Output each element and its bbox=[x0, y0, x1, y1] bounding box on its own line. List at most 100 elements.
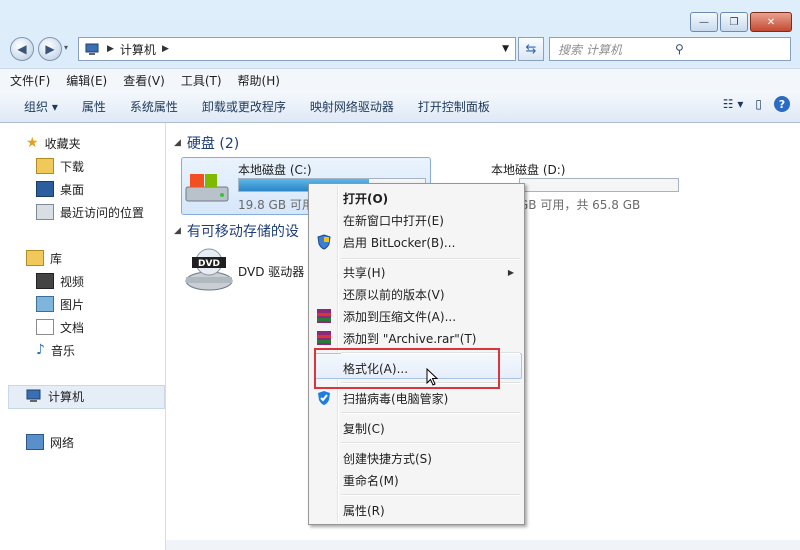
menu-create-shortcut[interactable]: 创建快捷方式(S) bbox=[343, 448, 432, 468]
menu-help[interactable]: 帮助(H) bbox=[228, 72, 286, 89]
menu-separator bbox=[341, 442, 520, 444]
maximize-button[interactable]: ❐ bbox=[720, 12, 748, 32]
nav-computer-label: 计算机 bbox=[48, 389, 85, 404]
dvd-drive[interactable]: DVD bbox=[184, 247, 234, 296]
breadcrumb-separator-icon: ▶ bbox=[107, 44, 114, 54]
refresh-button[interactable]: ⇆ bbox=[518, 37, 544, 61]
address-bar[interactable]: ▶ 计算机 ▶ ▼ bbox=[78, 37, 516, 61]
map-network-drive-button[interactable]: 映射网络驱动器 bbox=[298, 98, 406, 115]
recent-places-icon bbox=[36, 204, 54, 220]
nav-recent-places-label: 最近访问的位置 bbox=[60, 205, 145, 220]
search-icon[interactable]: ⚲ bbox=[675, 42, 784, 56]
menu-scan-virus[interactable]: 扫描病毒(电脑管家) bbox=[343, 388, 448, 408]
menu-share[interactable]: 共享(H) bbox=[343, 262, 513, 282]
menu-file[interactable]: 文件(F) bbox=[0, 72, 56, 89]
recent-pages-dropdown-icon[interactable]: ▾ bbox=[64, 43, 68, 52]
nav-videos[interactable]: 视频 bbox=[36, 271, 84, 291]
preview-pane-icon[interactable]: ▯ bbox=[755, 97, 762, 111]
forward-button[interactable]: ▶ bbox=[38, 37, 62, 61]
minimize-button[interactable]: — bbox=[690, 12, 718, 32]
uninstall-program-button[interactable]: 卸载或更改程序 bbox=[190, 98, 298, 115]
nav-network[interactable]: 网络 bbox=[26, 432, 74, 452]
menu-add-to-archive[interactable]: 添加到压缩文件(A)... bbox=[343, 306, 456, 326]
nav-favorites-label: 收藏夹 bbox=[44, 136, 81, 151]
drive-d-info: GB 可用，共 65.8 GB bbox=[519, 198, 641, 212]
winrar-icon bbox=[317, 309, 331, 323]
menu-properties[interactable]: 属性(R) bbox=[343, 500, 385, 520]
status-strip bbox=[166, 540, 800, 550]
nav-pictures[interactable]: 图片 bbox=[36, 294, 84, 314]
refresh-icon: ⇆ bbox=[525, 41, 537, 57]
star-icon: ★ bbox=[26, 135, 39, 151]
highlight-annotation-box bbox=[314, 348, 500, 389]
organize-button[interactable]: 组织 ▾ bbox=[0, 98, 70, 115]
nav-documents-label: 文档 bbox=[60, 320, 85, 335]
navigation-pane: ★ 收藏夹 下载 桌面 最近访问的位置 库 视频 图片 文档 ♪ 音乐 计算机 … bbox=[0, 123, 166, 550]
menu-tools[interactable]: 工具(T) bbox=[171, 72, 228, 89]
change-view-icon[interactable]: ☷ ▾ bbox=[723, 97, 744, 111]
menu-open[interactable]: 打开(O) bbox=[343, 188, 388, 208]
nav-network-label: 网络 bbox=[50, 435, 75, 450]
dvd-drive-icon: DVD bbox=[185, 248, 233, 291]
drive-c-info: 19.8 GB 可用 bbox=[238, 198, 314, 212]
menu-rename[interactable]: 重命名(M) bbox=[343, 470, 399, 490]
video-icon bbox=[36, 273, 54, 289]
nav-downloads[interactable]: 下载 bbox=[36, 156, 84, 176]
group-hard-disks[interactable]: ◢ 硬盘 (2) bbox=[174, 133, 239, 153]
menu-share-label: 共享(H) bbox=[343, 265, 386, 280]
menu-restore-versions[interactable]: 还原以前的版本(V) bbox=[343, 284, 445, 304]
back-button[interactable]: ◀ bbox=[10, 37, 34, 61]
menu-bar: 文件(F) 编辑(E) 查看(V) 工具(T) 帮助(H) bbox=[0, 68, 800, 91]
document-icon bbox=[36, 319, 54, 335]
caption-buttons: — ❐ ✕ bbox=[690, 12, 792, 32]
breadcrumb-separator-icon[interactable]: ▶ bbox=[162, 44, 169, 54]
nav-computer[interactable]: 计算机 bbox=[26, 386, 84, 406]
address-dropdown-icon[interactable]: ▼ bbox=[502, 44, 509, 54]
menu-copy[interactable]: 复制(C) bbox=[343, 418, 385, 438]
picture-icon bbox=[36, 296, 54, 312]
network-icon bbox=[26, 434, 44, 450]
download-folder-icon bbox=[36, 158, 54, 174]
hard-drive-icon bbox=[185, 174, 229, 202]
drive-c-name: 本地磁盘 (C:) bbox=[238, 163, 312, 177]
system-properties-button[interactable]: 系统属性 bbox=[118, 98, 190, 115]
dvd-drive-name: DVD 驱动器 bbox=[238, 265, 305, 279]
drive-c[interactable] bbox=[184, 171, 232, 210]
mouse-cursor-icon bbox=[426, 368, 438, 386]
group-hard-disks-label: 硬盘 (2) bbox=[186, 136, 240, 152]
menu-bitlocker[interactable]: 启用 BitLocker(B)... bbox=[343, 232, 455, 252]
menu-separator bbox=[341, 258, 520, 260]
library-icon bbox=[26, 250, 44, 266]
open-control-panel-button[interactable]: 打开控制面板 bbox=[406, 98, 502, 115]
menu-separator bbox=[341, 412, 520, 414]
menu-open-new-window[interactable]: 在新窗口中打开(E) bbox=[343, 210, 444, 230]
antivirus-shield-icon bbox=[318, 391, 330, 405]
search-input[interactable]: 搜索 计算机 ⚲ bbox=[549, 37, 791, 61]
nav-desktop[interactable]: 桌面 bbox=[36, 179, 84, 199]
properties-button[interactable]: 属性 bbox=[70, 98, 118, 115]
drive-d-usage-bar bbox=[519, 178, 679, 192]
shield-icon bbox=[317, 234, 331, 250]
search-placeholder: 搜索 计算机 bbox=[558, 42, 622, 57]
collapse-triangle-icon: ◢ bbox=[174, 138, 181, 148]
collapse-triangle-icon: ◢ bbox=[174, 226, 181, 236]
menu-add-to-archive-rar[interactable]: 添加到 "Archive.rar"(T) bbox=[343, 328, 476, 348]
nav-pictures-label: 图片 bbox=[60, 297, 85, 312]
forward-arrow-icon: ▶ bbox=[45, 42, 55, 56]
nav-libraries[interactable]: 库 bbox=[26, 248, 62, 268]
desktop-icon bbox=[36, 181, 54, 197]
menu-edit[interactable]: 编辑(E) bbox=[56, 72, 113, 89]
nav-videos-label: 视频 bbox=[60, 274, 85, 289]
nav-documents[interactable]: 文档 bbox=[36, 317, 84, 337]
nav-libraries-label: 库 bbox=[50, 251, 63, 266]
help-icon[interactable]: ? bbox=[774, 96, 790, 112]
dvd-badge-text: DVD bbox=[198, 259, 220, 269]
back-arrow-icon: ◀ bbox=[17, 42, 27, 56]
nav-music[interactable]: ♪ 音乐 bbox=[36, 340, 75, 360]
breadcrumb-computer[interactable]: 计算机 bbox=[120, 41, 156, 58]
group-removable-storage[interactable]: ◢ 有可移动存储的设 bbox=[174, 221, 299, 241]
close-button[interactable]: ✕ bbox=[750, 12, 792, 32]
nav-favorites[interactable]: ★ 收藏夹 bbox=[26, 133, 81, 153]
menu-view[interactable]: 查看(V) bbox=[113, 72, 171, 89]
nav-recent-places[interactable]: 最近访问的位置 bbox=[36, 202, 144, 222]
